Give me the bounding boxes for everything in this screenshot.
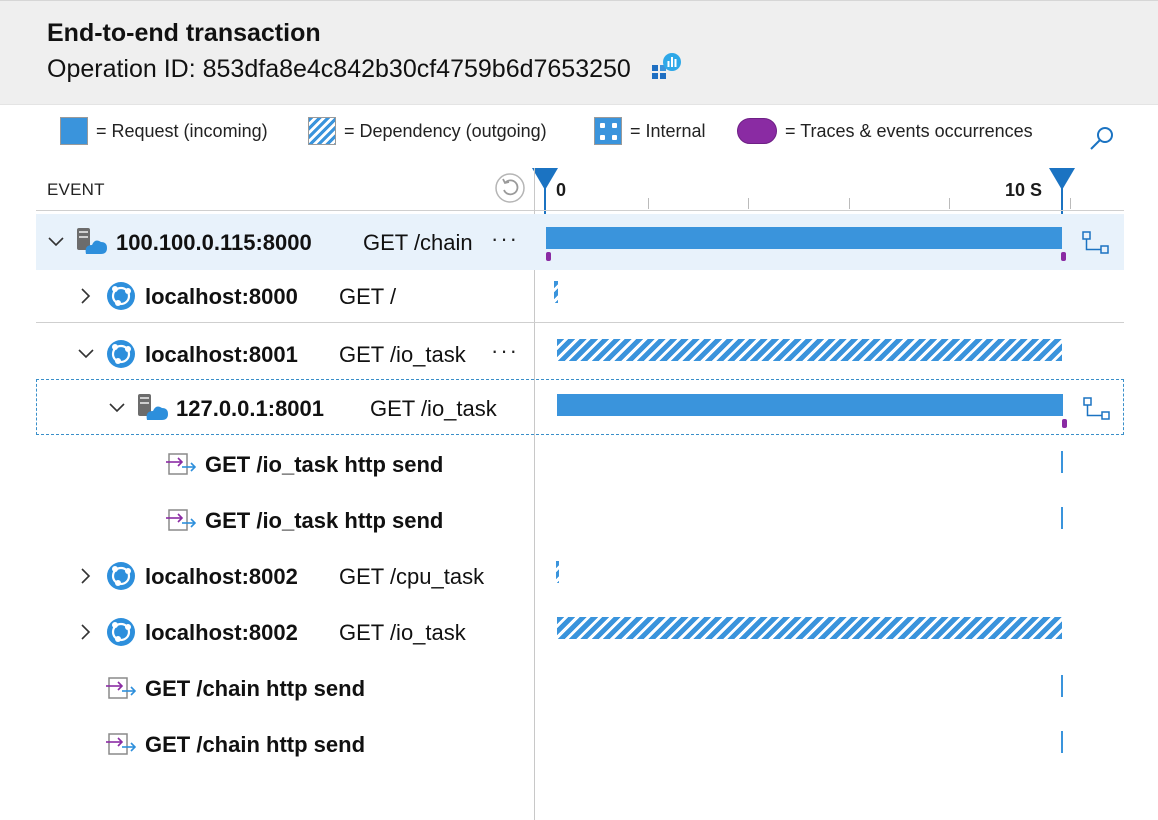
event-name: localhost:8001 (145, 342, 298, 367)
http-send-icon (106, 732, 137, 761)
event-operation: GET /io_task (339, 620, 466, 645)
operation-id: Operation ID: 853dfa8e4c842b30cf4759b6d7… (47, 53, 682, 88)
globe-icon (106, 281, 136, 316)
globe-icon (106, 617, 136, 652)
application-map-icon[interactable] (1082, 396, 1112, 427)
server-cloud-icon (137, 393, 169, 428)
http-send-icon (106, 676, 137, 705)
event-row[interactable]: GET /io_task http send (36, 492, 1124, 548)
internal-event-marker[interactable] (1061, 675, 1063, 697)
dependency-duration-bar[interactable] (554, 281, 558, 303)
event-row[interactable]: localhost:8002 GET /io_task (36, 604, 1124, 660)
expand-chevron-icon[interactable] (76, 566, 96, 591)
event-row[interactable]: GET /chain http send (36, 716, 1124, 772)
internal-swatch (594, 117, 622, 145)
axis-tick (1070, 198, 1071, 209)
globe-icon (106, 339, 136, 374)
axis-tick (748, 198, 749, 209)
app-insights-icon[interactable] (651, 53, 682, 88)
axis-divider (36, 210, 1124, 211)
axis-end-label: 10 S (1005, 180, 1043, 200)
server-cloud-icon (76, 227, 108, 262)
trace-swatch (737, 118, 777, 144)
collapse-chevron-icon[interactable] (76, 344, 96, 369)
legend-dependency-label: = Dependency (outgoing) (344, 120, 547, 141)
legend-internal-label: = Internal (630, 120, 706, 141)
internal-event-marker[interactable] (1061, 731, 1063, 753)
event-name: localhost:8002 (145, 620, 298, 645)
search-icon[interactable] (1088, 124, 1116, 157)
axis-start-label: 0 (556, 180, 567, 200)
event-row[interactable]: localhost:8002 GET /cpu_task (36, 548, 1124, 604)
event-row[interactable]: GET /chain http send (36, 660, 1124, 716)
reset-zoom-icon[interactable] (494, 172, 526, 209)
trace-occurrence-marker[interactable] (1061, 252, 1066, 261)
axis-tick (949, 198, 950, 209)
event-name: 127.0.0.1:8001 (176, 396, 325, 421)
event-operation: GET /io_task (370, 396, 497, 421)
event-row[interactable]: 100.100.0.115:8000 GET /chain ··· (36, 214, 1124, 270)
trace-occurrence-marker[interactable] (1062, 419, 1067, 428)
event-operation: GET / (339, 284, 397, 309)
operation-id-text: Operation ID: 853dfa8e4c842b30cf4759b6d7… (47, 55, 631, 83)
legend: = Request (incoming) = Dependency (outgo… (0, 114, 1158, 148)
legend-traces-label: = Traces & events occurrences (785, 120, 1033, 141)
transaction-header: End-to-end transaction Operation ID: 853… (0, 0, 1158, 105)
globe-icon (106, 561, 136, 596)
http-send-icon (166, 452, 197, 481)
legend-request-label: = Request (incoming) (96, 120, 268, 141)
event-name: GET /io_task http send (205, 452, 444, 477)
event-name: localhost:8000 (145, 284, 298, 309)
collapse-chevron-icon[interactable] (46, 232, 66, 257)
event-name: 100.100.0.115:8000 (116, 230, 312, 255)
event-operation: GET /io_task (339, 342, 466, 367)
event-name: localhost:8002 (145, 564, 298, 589)
event-row-focused[interactable]: 127.0.0.1:8001 GET /io_task (36, 379, 1124, 435)
expand-chevron-icon[interactable] (76, 286, 96, 311)
dependency-duration-bar[interactable] (557, 617, 1062, 639)
request-swatch (60, 117, 88, 145)
axis-tick (849, 198, 850, 209)
request-duration-bar[interactable] (546, 227, 1062, 249)
request-duration-bar[interactable] (557, 394, 1063, 416)
application-map-icon[interactable] (1081, 230, 1111, 261)
collapse-chevron-icon[interactable] (107, 398, 127, 423)
event-name: GET /chain http send (145, 676, 366, 701)
event-row[interactable]: localhost:8001 GET /io_task ··· (36, 326, 1124, 382)
internal-event-marker[interactable] (1061, 451, 1063, 473)
row-separator (36, 322, 1124, 323)
http-send-icon (166, 508, 197, 537)
axis-tick (648, 198, 649, 209)
event-name: GET /chain http send (145, 732, 366, 757)
dependency-duration-bar[interactable] (556, 561, 559, 583)
event-operation: GET /cpu_task (339, 564, 485, 589)
dependency-swatch (308, 117, 336, 145)
legend-dependency: = Dependency (outgoing) (308, 114, 547, 148)
event-column-header: EVENT (47, 180, 105, 199)
dependency-duration-bar[interactable] (557, 339, 1062, 361)
legend-internal: = Internal (594, 114, 706, 148)
legend-traces: = Traces & events occurrences (737, 114, 1033, 148)
event-row[interactable]: GET /io_task http send (36, 436, 1124, 492)
internal-event-marker[interactable] (1061, 507, 1063, 529)
timeline-axis: 0 10 S (532, 168, 1134, 214)
trace-occurrence-marker[interactable] (546, 252, 551, 261)
event-operation: GET /chain (363, 230, 473, 255)
expand-chevron-icon[interactable] (76, 622, 96, 647)
page-title: End-to-end transaction (47, 19, 321, 47)
more-options-icon[interactable]: ··· (491, 226, 519, 252)
event-name: GET /io_task http send (205, 508, 444, 533)
legend-request: = Request (incoming) (60, 114, 268, 148)
more-options-icon[interactable]: ··· (491, 338, 519, 364)
event-row[interactable]: localhost:8000 GET / (36, 268, 1124, 324)
